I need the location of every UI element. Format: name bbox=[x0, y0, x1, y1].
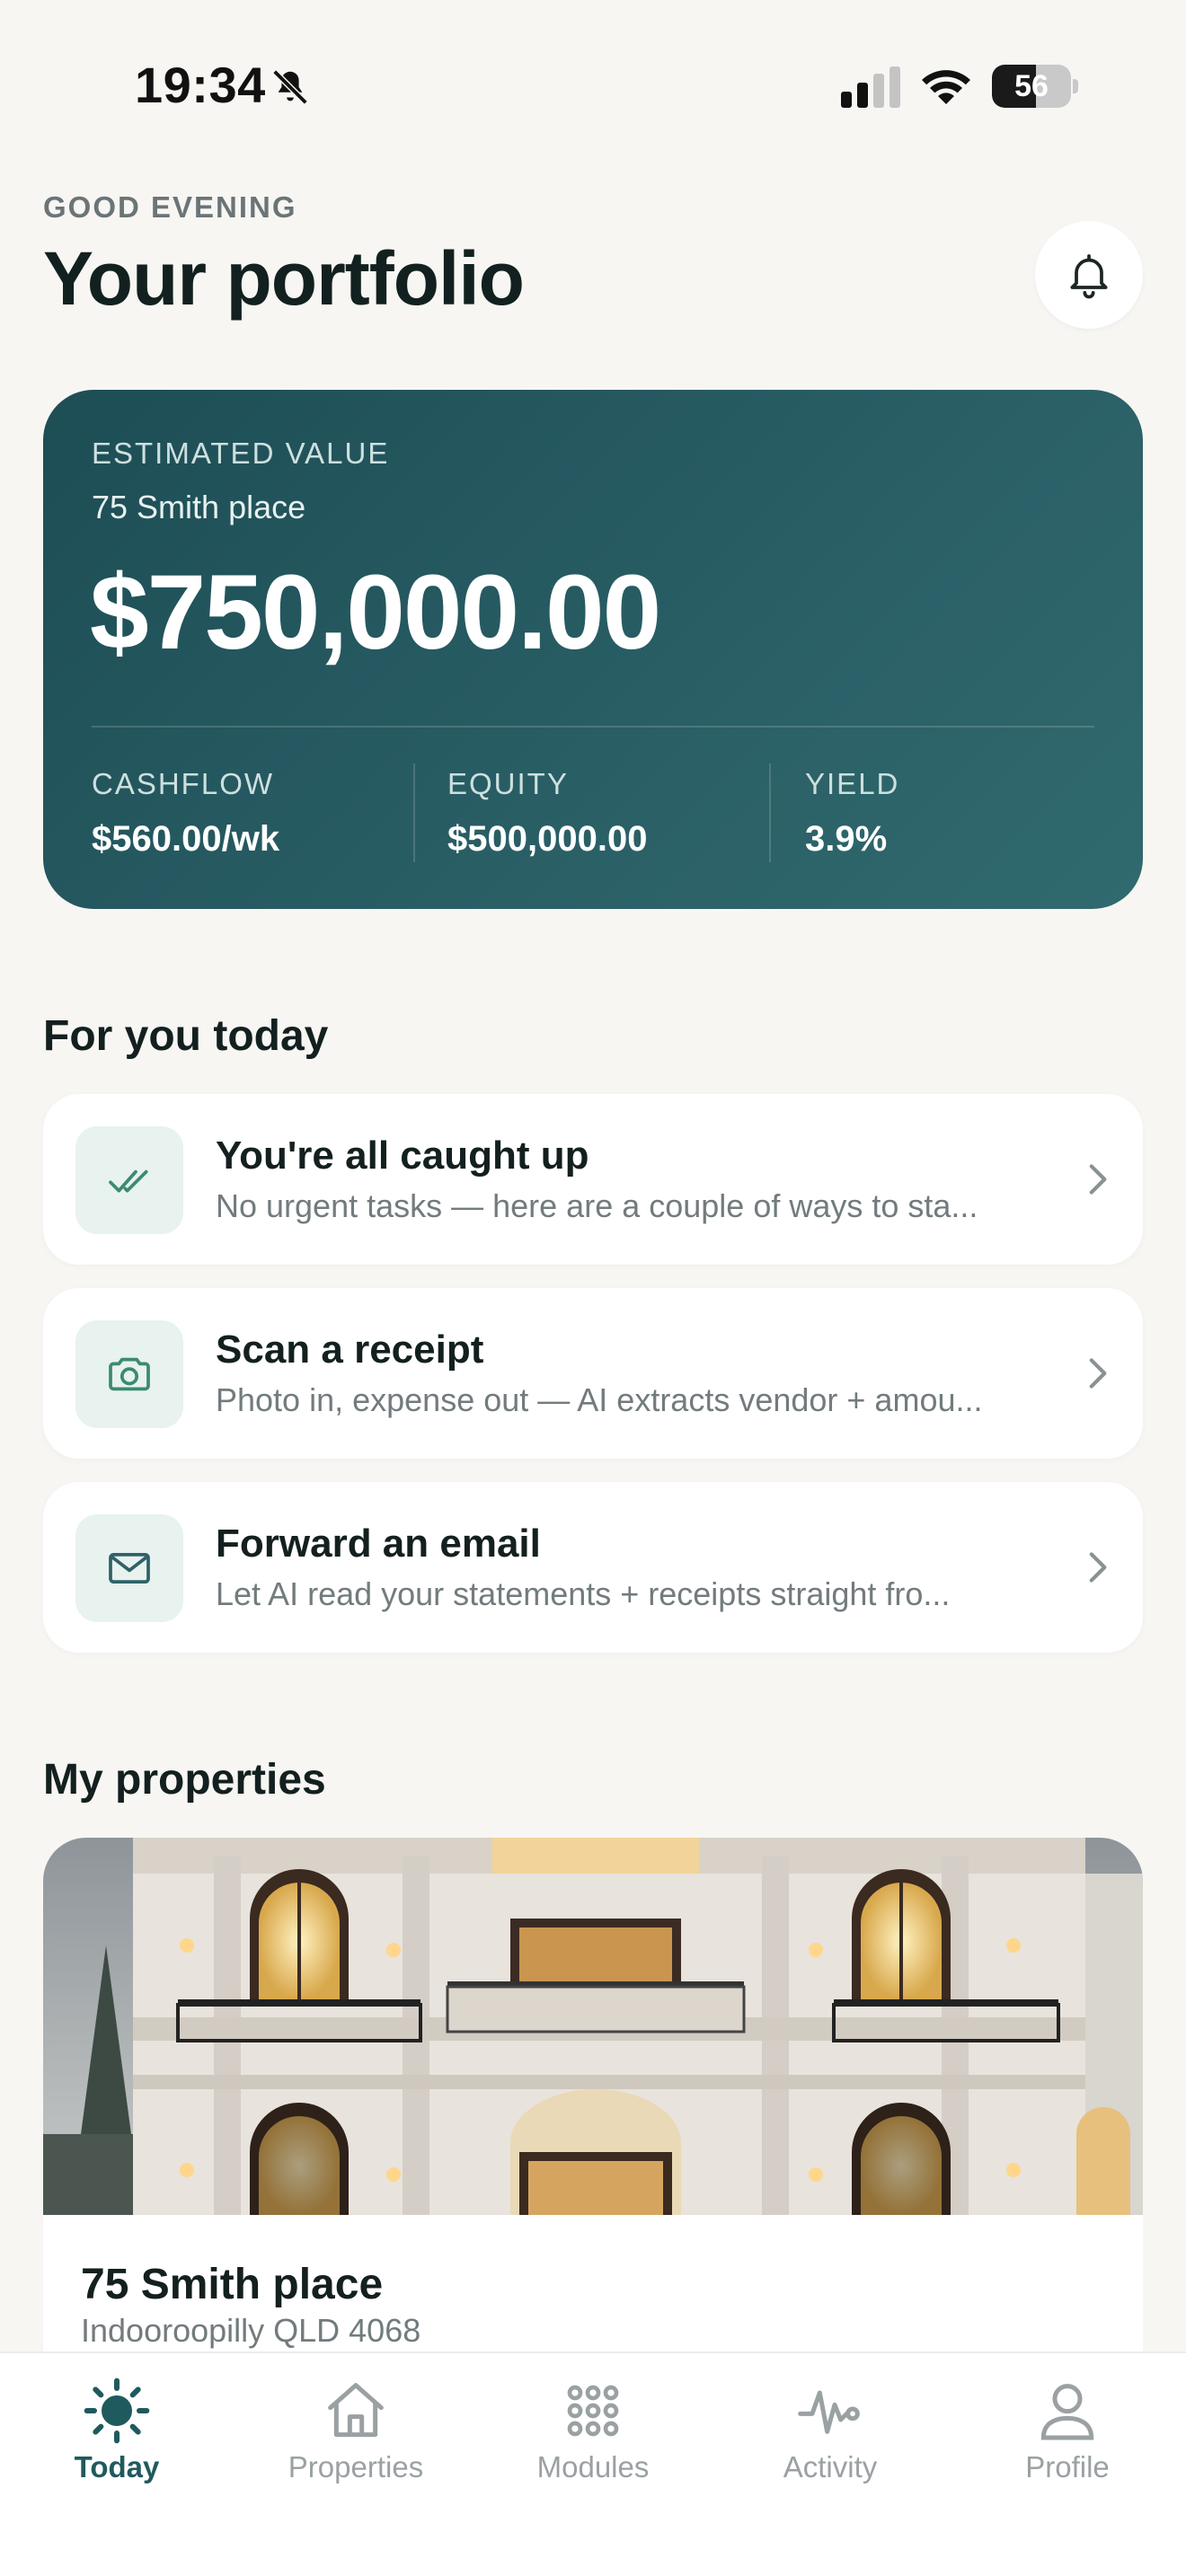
property-photo bbox=[43, 1838, 1143, 2215]
property-address: Indooroopilly QLD 4068 bbox=[81, 2312, 421, 2349]
tab-label: Properties bbox=[288, 2450, 424, 2483]
status-time: 19:34 bbox=[135, 57, 266, 113]
page-title: Your portfolio bbox=[43, 236, 525, 321]
notifications-button[interactable] bbox=[1035, 221, 1143, 329]
task-card-forward-email[interactable]: Forward an email Let AI read your statem… bbox=[43, 1482, 1143, 1653]
task-icon-box bbox=[75, 1320, 183, 1428]
tab-label: Profile bbox=[1025, 2450, 1110, 2483]
tab-label: Today bbox=[74, 2450, 160, 2483]
tab-activity[interactable]: Activity bbox=[731, 2375, 929, 2492]
chevron-right-icon bbox=[1089, 1552, 1107, 1583]
estimated-value-card[interactable]: ESTIMATED VALUE 75 Smith place $750,000.… bbox=[43, 390, 1143, 909]
card-property-name: 75 Smith place bbox=[92, 489, 306, 525]
cashflow-stat: CASHFLOW $560.00/wk bbox=[92, 767, 279, 860]
chevron-right-icon bbox=[1089, 1164, 1107, 1195]
tab-properties[interactable]: Properties bbox=[257, 2375, 455, 2492]
task-title: You're all caught up bbox=[216, 1134, 589, 1178]
task-card-scan-receipt[interactable]: Scan a receipt Photo in, expense out — A… bbox=[43, 1288, 1143, 1459]
task-subtitle: No urgent tasks — here are a couple of w… bbox=[216, 1187, 978, 1224]
property-name: 75 Smith place bbox=[81, 2261, 384, 2308]
camera-icon bbox=[109, 1357, 150, 1391]
stat-divider bbox=[769, 763, 771, 862]
task-card-caught-up[interactable]: You're all caught up No urgent tasks — h… bbox=[43, 1094, 1143, 1265]
task-subtitle: Let AI read your statements + receipts s… bbox=[216, 1575, 951, 1612]
task-title: Scan a receipt bbox=[216, 1328, 484, 1372]
my-properties-title: My properties bbox=[43, 1756, 326, 1804]
task-icon-box bbox=[75, 1126, 183, 1234]
person-icon bbox=[1040, 2384, 1094, 2440]
estimated-value-label: ESTIMATED VALUE bbox=[92, 437, 390, 470]
for-you-title: For you today bbox=[43, 1012, 329, 1060]
status-bar: 19:34 56 bbox=[0, 0, 1186, 171]
battery-level: 56 bbox=[1014, 69, 1049, 103]
pulse-icon bbox=[798, 2390, 860, 2434]
task-title: Forward an email bbox=[216, 1522, 541, 1566]
tab-modules[interactable]: Modules bbox=[494, 2375, 692, 2492]
bell-slash-icon bbox=[272, 69, 308, 105]
greeting: GOOD EVENING bbox=[43, 190, 297, 224]
task-icon-box bbox=[75, 1514, 183, 1622]
tab-label: Activity bbox=[783, 2450, 878, 2483]
cashflow-value: $560.00/wk bbox=[92, 819, 280, 859]
yield-label: YIELD bbox=[805, 767, 900, 800]
cellular-signal-icon bbox=[841, 66, 900, 108]
double-check-icon bbox=[109, 1169, 148, 1193]
cashflow-label: CASHFLOW bbox=[92, 767, 275, 800]
mail-icon bbox=[109, 1552, 150, 1584]
bell-icon bbox=[1070, 254, 1108, 299]
house-icon bbox=[328, 2383, 384, 2438]
task-subtitle: Photo in, expense out — AI extracts vend… bbox=[216, 1381, 983, 1418]
chevron-right-icon bbox=[1089, 1358, 1107, 1389]
card-divider bbox=[92, 726, 1094, 728]
tab-label: Modules bbox=[536, 2450, 650, 2483]
estimated-value-amount: $750,000.00 bbox=[90, 553, 661, 672]
tab-profile[interactable]: Profile bbox=[969, 2375, 1166, 2492]
yield-value: 3.9% bbox=[805, 819, 888, 859]
yield-stat: YIELD 3.9% bbox=[805, 767, 899, 860]
equity-stat: EQUITY $500,000.00 bbox=[447, 767, 647, 860]
equity-value: $500,000.00 bbox=[447, 819, 648, 859]
grid-dots-icon bbox=[567, 2385, 619, 2437]
stat-divider bbox=[413, 763, 415, 862]
sun-icon bbox=[84, 2378, 150, 2444]
tab-today[interactable]: Today bbox=[18, 2375, 216, 2492]
battery-indicator: 56 bbox=[992, 65, 1078, 108]
wifi-icon bbox=[922, 70, 970, 104]
tab-bar: Today Properties Modules Activity Profil… bbox=[0, 2351, 1186, 2576]
equity-label: EQUITY bbox=[447, 767, 569, 800]
